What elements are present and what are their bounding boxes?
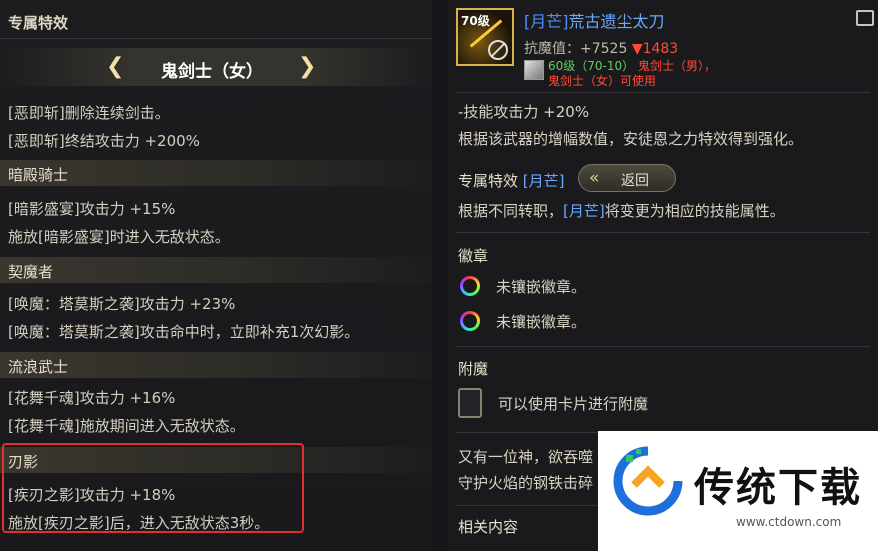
watermark-url: www.ctdown.com — [736, 515, 842, 529]
site-logo-icon — [613, 446, 683, 516]
divider — [456, 346, 870, 347]
watermark-title: 传统下载 — [694, 465, 862, 511]
desc-part: 根据不同转职， — [458, 202, 564, 220]
effect-line: [花舞千魂]施放期间进入无敌状态。 — [8, 417, 245, 435]
panel-title: 专属特效 — [8, 14, 69, 32]
weapon-icon[interactable]: 70级 — [456, 8, 514, 66]
effect-line: [恶即斩]删除连续剑击。 — [8, 104, 170, 122]
divider — [456, 92, 870, 93]
card-slot-icon[interactable] — [458, 388, 482, 418]
req-class: 鬼剑士（男）， — [637, 59, 716, 73]
return-button[interactable]: « 返回 — [578, 164, 676, 192]
resist-stat: 抗魔值：+7525 ▼1483 — [524, 38, 678, 58]
section-title: 契魔者 — [8, 263, 54, 281]
class-requirement: 鬼剑士（女）可使用 — [548, 74, 657, 88]
resist-stat-label: 抗魔值：+7525 — [524, 41, 628, 57]
effect-line: [花舞千魂]攻击力 +16% — [8, 389, 176, 407]
exclusive-effect-label: 专属特效 [月芒] — [458, 170, 565, 191]
chevron-right-icon[interactable]: ❯ — [298, 55, 316, 79]
emblem-slot-text: 未镶嵌徽章。 — [496, 313, 587, 331]
skill-description: 根据该武器的增幅数值，安徒恩之力特效得到强化。 — [458, 130, 804, 148]
highlight-box — [2, 443, 304, 533]
skill-attack-line: -技能攻击力 +20% — [458, 103, 590, 121]
edit-icon[interactable] — [856, 10, 874, 26]
chevron-left-icon[interactable]: ❮ — [106, 55, 124, 79]
desc-part: 将变更为相应的技能属性。 — [604, 202, 785, 220]
class-selector: ❮ 鬼剑士（女） ❯ — [0, 48, 432, 86]
enchant-description: 可以使用卡片进行附魔 — [498, 395, 649, 413]
section-header: 契魔者 — [0, 257, 432, 283]
lore-text: 守护火焰的钢铁击碎 — [458, 474, 594, 492]
exclusive-description: 根据不同转职，[月芒]将变更为相应的技能属性。 — [458, 200, 785, 221]
emblem-slot-icon[interactable] — [460, 276, 480, 296]
item-name: [月芒]荒古遗尘太刀 — [524, 8, 665, 32]
effect-line: [恶即斩]终结攻击力 +200% — [8, 132, 200, 150]
divider — [0, 38, 432, 39]
level-badge: 70级 — [461, 14, 490, 28]
emblem-title: 徽章 — [458, 247, 489, 265]
effect-line: [唤魔：塔莫斯之袭]攻击力 +23% — [8, 295, 236, 313]
resist-stat-change: ▼1483 — [631, 41, 679, 57]
double-chevron-left-icon: « — [589, 168, 600, 188]
exclusive-effect-panel: 专属特效 ❮ 鬼剑士（女） ❯ [恶即斩]删除连续剑击。 [恶即斩]终结攻击力 … — [0, 0, 433, 551]
exclusive-tag: [月芒] — [522, 172, 565, 190]
background-gap — [432, 0, 448, 551]
section-title: 暗殿骑士 — [8, 166, 69, 184]
effect-line: 施放[暗影盛宴]时进入无敌状态。 — [8, 228, 230, 246]
item-name-tag: [月芒] — [524, 12, 569, 31]
lore-text: 又有一位神，欲吞噬 — [458, 448, 594, 466]
gem-icon — [524, 60, 544, 80]
effect-line: [唤魔：塔莫斯之袭]攻击命中时，立即补充1次幻影。 — [8, 323, 360, 341]
section-title: 流浪武士 — [8, 358, 69, 376]
emblem-slot-text: 未镶嵌徽章。 — [496, 278, 587, 296]
class-name: 鬼剑士（女） — [161, 62, 263, 82]
section-header: 暗殿骑士 — [0, 160, 432, 186]
effect-line: [暗影盛宴]攻击力 +15% — [8, 200, 176, 218]
related-content-label[interactable]: 相关内容 — [458, 516, 518, 537]
req-level: 60级（70-10） — [548, 59, 635, 73]
watermark: 传统下载 www.ctdown.com — [598, 431, 878, 551]
enchant-title: 附魔 — [458, 360, 489, 378]
return-label: 返回 — [621, 173, 649, 189]
section-header: 流浪武士 — [0, 352, 432, 378]
desc-tag: [月芒] — [563, 202, 605, 220]
emblem-slot-icon[interactable] — [460, 311, 480, 331]
item-name-text: 荒古遗尘太刀 — [568, 12, 665, 31]
divider — [456, 232, 870, 233]
exclusive-label-text: 专属特效 — [458, 172, 519, 190]
unusable-icon — [488, 40, 508, 60]
